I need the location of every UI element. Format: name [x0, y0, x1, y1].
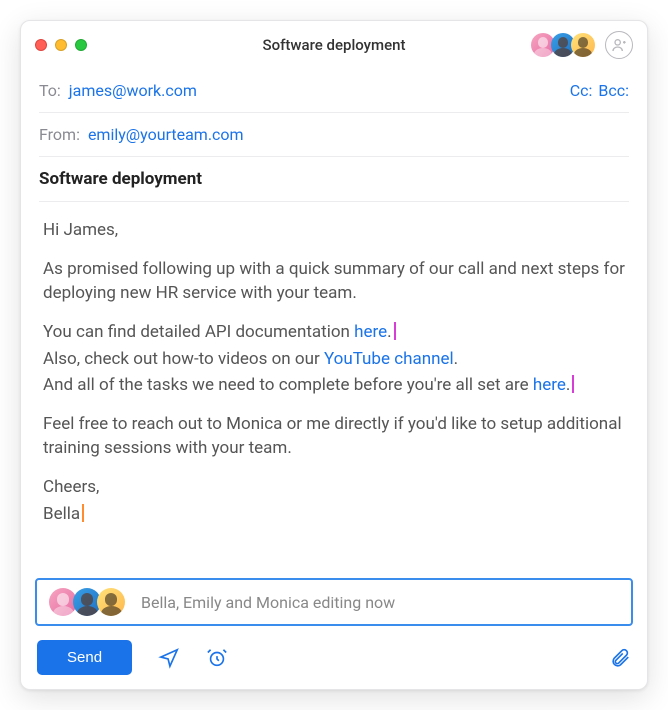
avatar-monica[interactable] [95, 586, 127, 618]
body-paragraph: Also, check out how-to videos on our You… [43, 347, 625, 372]
send-button[interactable]: Send [37, 640, 132, 675]
header-fields: To: james@work.com Cc: Bcc: From: emily@… [21, 69, 647, 202]
window-controls [35, 39, 87, 51]
youtube-link[interactable]: YouTube channel [324, 349, 454, 369]
attach-button[interactable] [609, 647, 631, 669]
api-doc-link[interactable]: here [354, 322, 387, 342]
to-field-row[interactable]: To: james@work.com Cc: Bcc: [39, 69, 629, 113]
to-label: To: [39, 81, 61, 100]
tasks-link[interactable]: here [533, 375, 566, 395]
close-window-button[interactable] [35, 39, 47, 51]
paper-plane-icon [158, 647, 180, 669]
collaborator-cursor-icon [572, 375, 574, 393]
message-body[interactable]: Hi James, As promised following up with … [21, 202, 647, 578]
compose-window: Software deployment To: james@work.com C… [20, 20, 648, 690]
titlebar: Software deployment [21, 21, 647, 69]
from-value[interactable]: emily@yourteam.com [88, 125, 244, 144]
body-paragraph: As promised following up with a quick su… [43, 257, 625, 306]
collaborator-cursor-icon [82, 504, 84, 522]
body-signature: Bella [43, 502, 625, 527]
person-plus-icon [611, 37, 627, 53]
paperclip-icon [609, 647, 631, 669]
subject-field[interactable]: Software deployment [39, 157, 629, 202]
subject-value: Software deployment [39, 169, 202, 189]
zoom-window-button[interactable] [75, 39, 87, 51]
minimize-window-button[interactable] [55, 39, 67, 51]
from-field-row[interactable]: From: emily@yourteam.com [39, 113, 629, 157]
send-later-button[interactable] [158, 647, 180, 669]
alarm-clock-icon [206, 647, 228, 669]
avatar-monica[interactable] [569, 31, 597, 59]
to-value[interactable]: james@work.com [69, 81, 197, 100]
bcc-toggle[interactable]: Bcc: [598, 81, 629, 100]
body-closing: Cheers, [43, 475, 625, 500]
reminder-button[interactable] [206, 647, 228, 669]
editing-avatars [47, 586, 127, 618]
collaborator-cursor-icon [394, 322, 396, 340]
body-paragraph: Feel free to reach out to Monica or me d… [43, 412, 625, 461]
from-label: From: [39, 125, 80, 144]
editing-now-text: Bella, Emily and Monica editing now [141, 593, 395, 612]
cc-toggle[interactable]: Cc: [570, 81, 593, 100]
body-paragraph: And all of the tasks we need to complete… [43, 373, 625, 398]
compose-toolbar: Send [21, 634, 647, 689]
presence-avatars [529, 31, 597, 59]
body-greeting: Hi James, [43, 218, 625, 243]
editing-now-bar: Bella, Emily and Monica editing now [35, 578, 633, 626]
body-paragraph: You can find detailed API documentation … [43, 320, 625, 345]
add-collaborator-button[interactable] [605, 31, 633, 59]
